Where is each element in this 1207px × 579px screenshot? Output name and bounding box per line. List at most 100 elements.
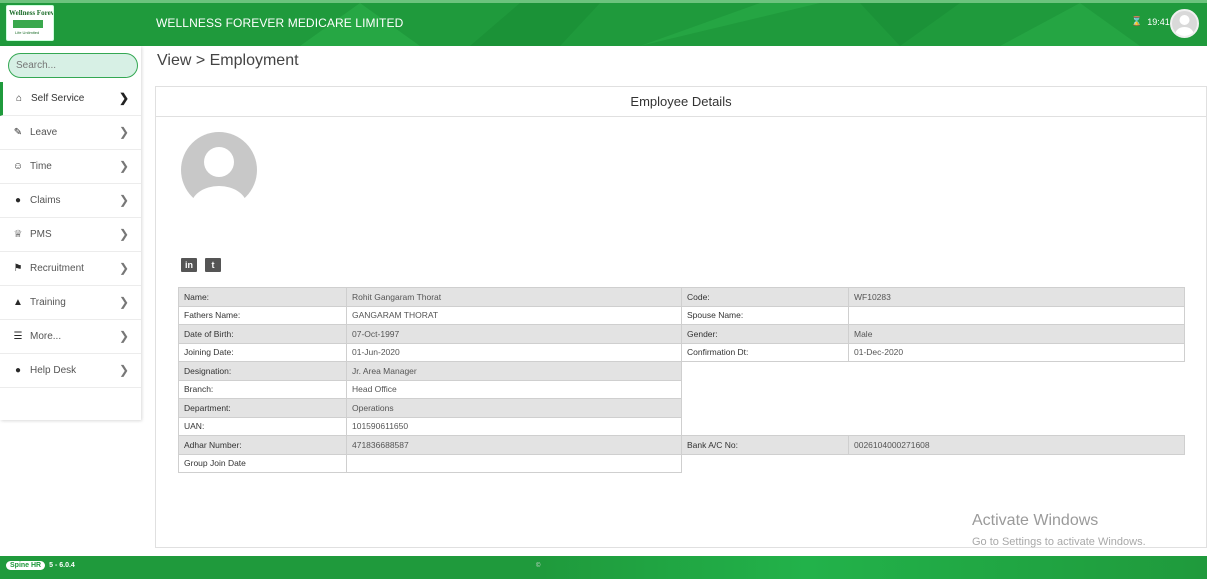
- top-header: Wellness Forever Life Unlimited WELLNESS…: [0, 0, 1207, 46]
- session-time: 19:41: [1147, 16, 1170, 27]
- field-label: Confirmation Dt:: [681, 342, 849, 362]
- user-silhouette-icon: [181, 132, 257, 214]
- users-icon: ☺: [12, 161, 24, 172]
- field-label: Designation:: [178, 361, 347, 381]
- linkedin-icon[interactable]: in: [181, 258, 197, 272]
- field-value: [848, 305, 1185, 325]
- spine-hr-logo: Spine HR: [6, 561, 46, 570]
- field-label: Spouse Name:: [681, 305, 849, 325]
- company-name: WELLNESS FOREVER MEDICARE LIMITED: [156, 16, 404, 30]
- chevron-right-icon: ❯: [118, 261, 129, 275]
- panel-title: Employee Details: [156, 87, 1206, 117]
- user-avatar[interactable]: [1170, 9, 1199, 38]
- table-row: Group Join Date: [178, 453, 1185, 473]
- sidebar-item-recruitment[interactable]: ⚑ Recruitment ❯: [0, 252, 141, 286]
- field-label: Department:: [178, 398, 347, 418]
- field-label: Fathers Name:: [178, 305, 347, 325]
- table-row: Joining Date: 01-Jun-2020 Confirmation D…: [178, 342, 1185, 362]
- hourglass-icon: ⌛: [1131, 16, 1143, 26]
- field-label: Date of Birth:: [178, 324, 347, 344]
- table-row: UAN: 101590611650: [178, 416, 1185, 436]
- field-value: 07-Oct-1997: [346, 324, 682, 344]
- sidebar-item-leave[interactable]: ✎ Leave ❯: [0, 116, 141, 150]
- sidebar-item-label: More...: [30, 331, 62, 342]
- sidebar-item-label: Leave: [30, 127, 58, 138]
- list-icon: ☰: [13, 331, 23, 342]
- field-value: [346, 453, 682, 473]
- edit-icon: ✎: [13, 127, 23, 138]
- sidebar-item-label: Training: [30, 297, 66, 308]
- sidebar-item-help-desk[interactable]: ● Help Desk ❯: [0, 354, 141, 388]
- field-value: Operations: [346, 398, 682, 418]
- sidebar-item-label: Help Desk: [30, 365, 77, 376]
- field-value: Jr. Area Manager: [346, 361, 682, 381]
- logo-text: Wellness Forever: [9, 9, 54, 17]
- field-label: Adhar Number:: [178, 435, 347, 455]
- social-links: in t: [181, 258, 221, 272]
- chevron-right-icon: ❯: [118, 227, 129, 241]
- user-icon: [1175, 15, 1194, 36]
- sidebar-item-more[interactable]: ☰ More... ❯: [0, 320, 141, 354]
- field-value: 01-Jun-2020: [346, 342, 682, 362]
- chevron-right-icon: ❯: [118, 159, 129, 173]
- field-value: 101590611650: [346, 416, 682, 436]
- sidebar-item-training[interactable]: ▲ Training ❯: [0, 286, 141, 320]
- info-icon: ●: [14, 195, 22, 206]
- info-icon: ●: [14, 365, 22, 376]
- footer-brand: Spine HR 5 - 6.0.4: [6, 561, 75, 570]
- sidebar-item-self-service[interactable]: ⌂ Self Service ❯: [0, 82, 141, 116]
- field-value: 471836688587: [346, 435, 682, 455]
- graduation-cap-icon: ▲: [13, 297, 23, 308]
- sidebar-item-label: Claims: [30, 195, 61, 206]
- field-label: Bank A/C No:: [681, 435, 849, 455]
- trophy-icon: ♕: [13, 229, 23, 240]
- field-value: Male: [848, 324, 1185, 344]
- chevron-right-icon: ❯: [118, 125, 129, 139]
- sidebar-item-pms[interactable]: ♕ PMS ❯: [0, 218, 141, 252]
- chevron-right-icon: ❯: [118, 295, 129, 309]
- field-value: GANGARAM THORAT: [346, 305, 682, 325]
- table-row: Department: Operations: [178, 398, 1185, 418]
- field-label: Branch:: [178, 379, 347, 399]
- sidebar: ⌂ Self Service ❯ ✎ Leave ❯ ☺ Time ❯ ● Cl…: [0, 46, 141, 420]
- field-label: UAN:: [178, 416, 347, 436]
- chevron-right-icon: ❯: [118, 329, 129, 343]
- chevron-right-icon: ❯: [118, 193, 129, 207]
- table-row: Adhar Number: 471836688587 Bank A/C No: …: [178, 435, 1185, 455]
- table-row: Name: Rohit Gangaram Thorat Code: WF1028…: [178, 287, 1185, 307]
- copyright-icon: ©: [536, 563, 541, 569]
- sidebar-item-label: PMS: [30, 229, 52, 240]
- search-input[interactable]: [8, 53, 138, 78]
- field-value: WF10283: [848, 287, 1185, 307]
- field-label: Gender:: [681, 324, 849, 344]
- employee-details-panel: Employee Details in t Name: Rohit Gangar…: [155, 86, 1207, 548]
- table-row: Fathers Name: GANGARAM THORAT Spouse Nam…: [178, 305, 1185, 325]
- home-icon: ⌂: [15, 93, 23, 104]
- field-label: Group Join Date: [178, 453, 347, 473]
- field-label: Name:: [178, 287, 347, 307]
- table-row: Date of Birth: 07-Oct-1997 Gender: Male: [178, 324, 1185, 344]
- chevron-right-icon: ❯: [118, 91, 129, 105]
- breadcrumb: View > Employment: [157, 52, 299, 69]
- field-label: Joining Date:: [178, 342, 347, 362]
- sidebar-item-label: Self Service: [31, 93, 85, 104]
- field-value: Rohit Gangaram Thorat: [346, 287, 682, 307]
- field-value: 01-Dec-2020: [848, 342, 1185, 362]
- field-label: Code:: [681, 287, 849, 307]
- field-value: Head Office: [346, 379, 682, 399]
- profile-photo: [181, 132, 257, 214]
- twitter-icon[interactable]: t: [205, 258, 221, 272]
- company-logo[interactable]: Wellness Forever Life Unlimited: [6, 5, 54, 41]
- sidebar-item-label: Recruitment: [30, 263, 84, 274]
- version-text: 5 - 6.0.4: [49, 562, 75, 569]
- chevron-right-icon: ❯: [118, 363, 129, 377]
- session-timer: ⌛ 19:41: [1131, 16, 1170, 27]
- table-row: Designation: Jr. Area Manager: [178, 361, 1185, 381]
- table-row: Branch: Head Office: [178, 379, 1185, 399]
- sidebar-item-time[interactable]: ☺ Time ❯: [0, 150, 141, 184]
- sidebar-item-claims[interactable]: ● Claims ❯: [0, 184, 141, 218]
- logo-tagline: Life Unlimited: [15, 30, 40, 35]
- recruitment-icon: ⚑: [13, 263, 23, 274]
- sidebar-item-label: Time: [30, 161, 52, 172]
- activate-windows-subtitle: Go to Settings to activate Windows.: [972, 536, 1146, 548]
